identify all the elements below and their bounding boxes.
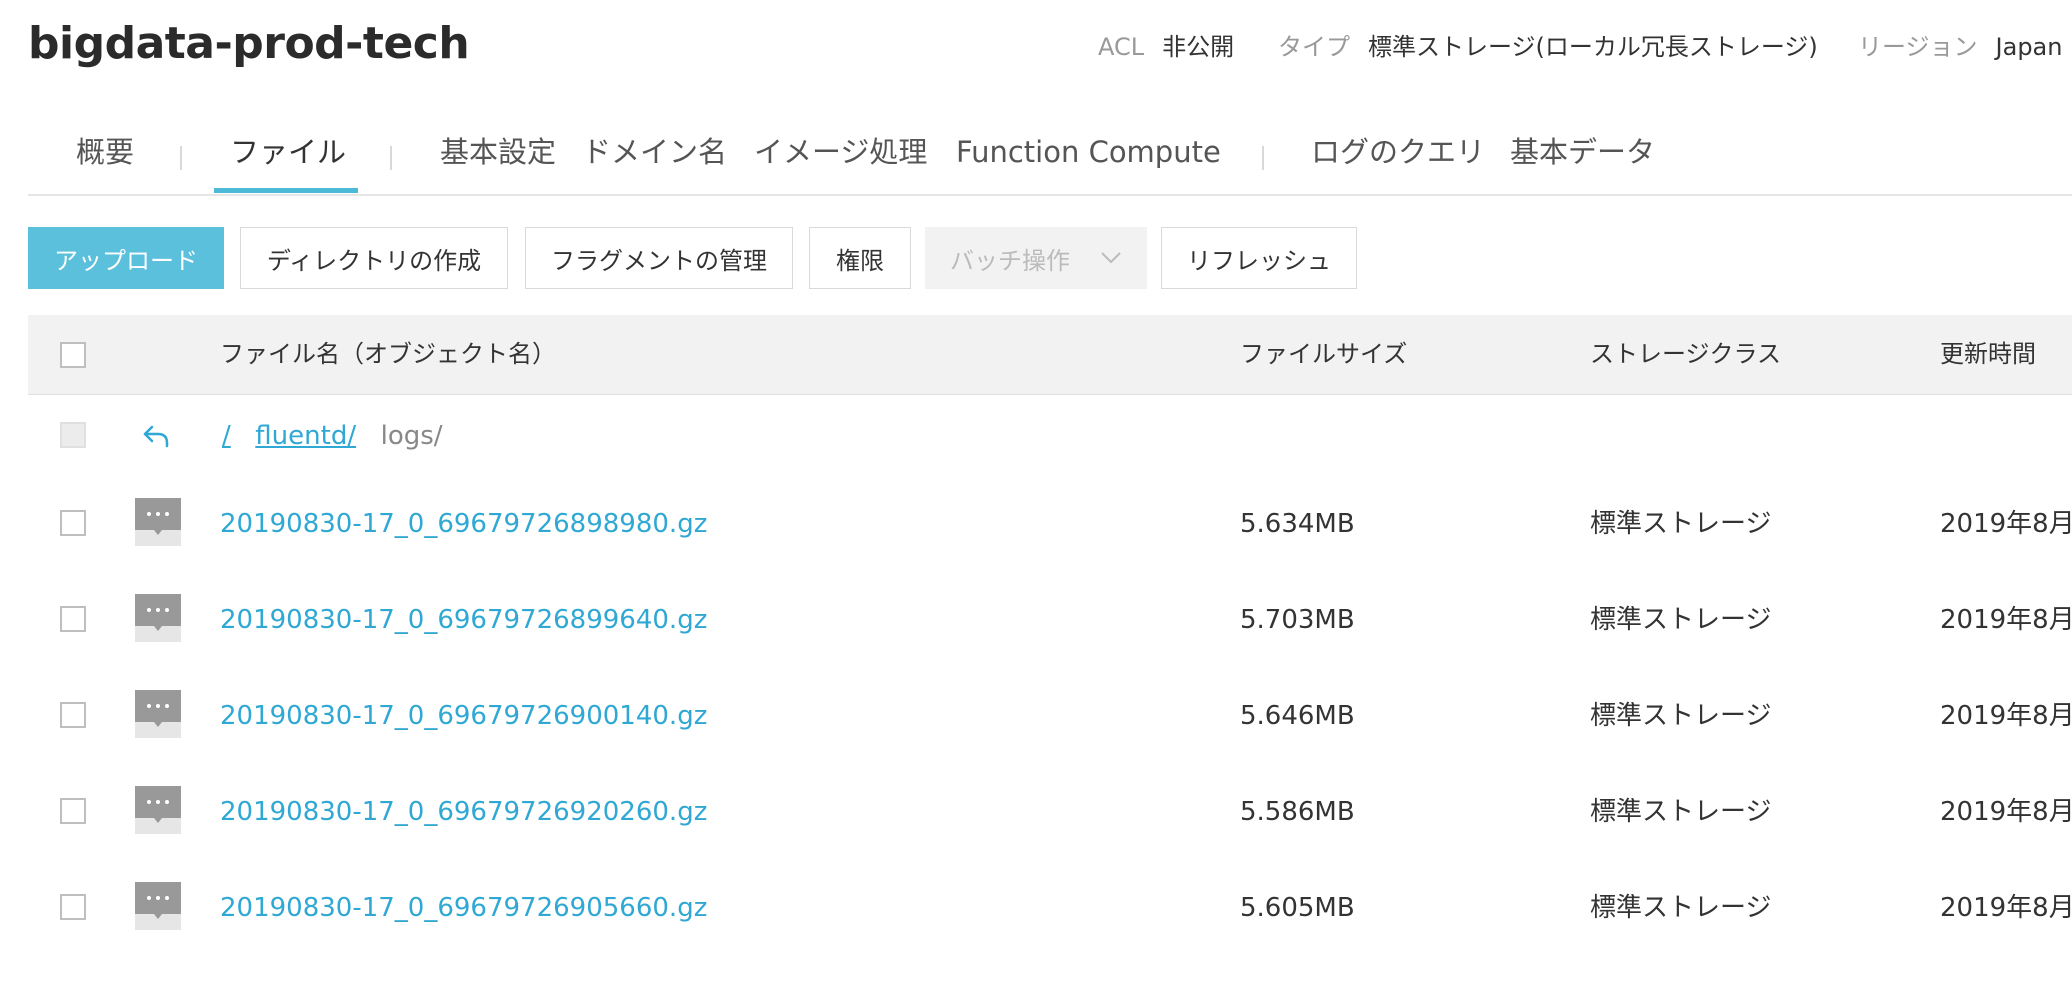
region-info: リージョン Japan xyxy=(1858,30,2062,64)
bucket-header: bigdata-prod-tech ACL 非公開 タイプ 標準ストレージ(ローカル… xyxy=(0,0,2072,100)
file-name-link[interactable]: 20190830-17_0_69679726905660.gz xyxy=(220,890,707,926)
tab-divider xyxy=(1262,146,1264,170)
tab-function-compute[interactable]: Function Compute xyxy=(956,132,1221,172)
table-row[interactable]: 20190830-17_0_69679726899640.gz 5.703MB … xyxy=(28,572,2072,668)
permissions-button[interactable]: 権限 xyxy=(809,227,911,289)
file-size: 5.703MB xyxy=(1240,605,1355,635)
tab-domain[interactable]: ドメイン名 xyxy=(582,132,727,172)
file-icon xyxy=(135,594,181,642)
table-row[interactable]: 20190830-17_0_69679726920260.gz 5.586MB … xyxy=(28,764,2072,860)
column-header-name[interactable]: ファイル名（オブジェクト名） xyxy=(220,337,556,371)
breadcrumb-current: logs/ xyxy=(380,421,443,451)
tab-basic-settings[interactable]: 基本設定 xyxy=(440,132,556,172)
column-header-storage-class[interactable]: ストレージクラス xyxy=(1590,337,1781,371)
refresh-button[interactable]: リフレッシュ xyxy=(1161,227,1357,289)
select-all-checkbox[interactable] xyxy=(60,342,86,368)
type-label: タイプ xyxy=(1278,33,1350,61)
storage-class: 標準ストレージ xyxy=(1590,893,1772,923)
file-icon xyxy=(135,498,181,546)
file-name-link[interactable]: 20190830-17_0_69679726920260.gz xyxy=(220,794,707,830)
acl-info: ACL 非公開 xyxy=(1098,30,1234,64)
storage-class: 標準ストレージ xyxy=(1590,509,1772,539)
storage-class: 標準ストレージ xyxy=(1590,797,1772,827)
tab-divider xyxy=(180,146,182,170)
tab-log-query[interactable]: ログのクエリ xyxy=(1311,132,1485,172)
tab-divider xyxy=(390,146,392,170)
bucket-name: bigdata-prod-tech xyxy=(28,18,470,69)
row-checkbox[interactable] xyxy=(60,798,86,824)
file-toolbar: アップロード ディレクトリの作成 フラグメントの管理 権限 バッチ操作 リフレッ… xyxy=(28,227,2072,289)
modified-time: 2019年8月 xyxy=(1940,509,2072,539)
table-row[interactable]: 20190830-17_0_69679726900140.gz 5.646MB … xyxy=(28,668,2072,764)
column-header-modified[interactable]: 更新時間 xyxy=(1940,337,2036,371)
file-size: 5.646MB xyxy=(1240,701,1355,731)
modified-time: 2019年8月 xyxy=(1940,605,2072,635)
file-icon xyxy=(135,882,181,930)
acl-label: ACL xyxy=(1098,33,1145,61)
back-arrow-icon[interactable] xyxy=(142,424,172,448)
acl-value: 非公開 xyxy=(1162,33,1235,61)
storage-class: 標準ストレージ xyxy=(1590,701,1772,731)
fragment-management-button[interactable]: フラグメントの管理 xyxy=(525,227,793,289)
path-row: / fluentd/ logs/ xyxy=(28,394,2072,476)
batch-operations-label: バッチ操作 xyxy=(950,246,1070,275)
column-header-size[interactable]: ファイルサイズ xyxy=(1240,337,1407,371)
tab-files[interactable]: ファイル xyxy=(230,132,346,172)
breadcrumb: / fluentd/ logs/ xyxy=(222,418,443,454)
modified-time: 2019年8月 xyxy=(1940,701,2072,731)
file-icon xyxy=(135,690,181,738)
file-name-link[interactable]: 20190830-17_0_69679726900140.gz xyxy=(220,698,707,734)
file-size: 5.605MB xyxy=(1240,893,1355,923)
path-row-checkbox xyxy=(60,422,86,448)
active-tab-indicator xyxy=(214,188,358,193)
chevron-down-icon xyxy=(1101,252,1121,264)
tab-overview[interactable]: 概要 xyxy=(76,132,134,172)
modified-time: 2019年8月 xyxy=(1940,797,2072,827)
create-directory-button[interactable]: ディレクトリの作成 xyxy=(240,227,508,289)
type-info: タイプ 標準ストレージ(ローカル冗長ストレージ) xyxy=(1278,30,1818,64)
file-icon xyxy=(135,786,181,834)
region-label: リージョン xyxy=(1858,33,1978,61)
tab-image-processing[interactable]: イメージ処理 xyxy=(754,132,927,172)
bucket-tabs: 概要 ファイル 基本設定 ドメイン名 イメージ処理 Function Compu… xyxy=(28,112,2072,196)
file-size: 5.634MB xyxy=(1240,509,1355,539)
breadcrumb-parent-link[interactable]: fluentd/ xyxy=(255,421,356,451)
tab-basic-data[interactable]: 基本データ xyxy=(1510,132,1655,172)
row-checkbox[interactable] xyxy=(60,894,86,920)
table-row[interactable]: 20190830-17_0_69679726905660.gz 5.605MB … xyxy=(28,860,2072,956)
storage-class: 標準ストレージ xyxy=(1590,605,1772,635)
row-checkbox[interactable] xyxy=(60,510,86,536)
table-row[interactable]: 20190830-17_0_69679726898980.gz 5.634MB … xyxy=(28,476,2072,572)
file-size: 5.586MB xyxy=(1240,797,1355,827)
batch-operations-dropdown[interactable]: バッチ操作 xyxy=(925,227,1147,289)
region-value: Japan xyxy=(1995,33,2063,61)
upload-button[interactable]: アップロード xyxy=(28,227,224,289)
file-name-link[interactable]: 20190830-17_0_69679726899640.gz xyxy=(220,602,707,638)
row-checkbox[interactable] xyxy=(60,702,86,728)
breadcrumb-root-link[interactable]: / xyxy=(222,421,231,451)
table-header: ファイル名（オブジェクト名） ファイルサイズ ストレージクラス 更新時間 xyxy=(28,315,2072,395)
row-checkbox[interactable] xyxy=(60,606,86,632)
modified-time: 2019年8月 xyxy=(1940,893,2072,923)
file-name-link[interactable]: 20190830-17_0_69679726898980.gz xyxy=(220,506,707,542)
type-value: 標準ストレージ(ローカル冗長ストレージ) xyxy=(1368,33,1818,61)
